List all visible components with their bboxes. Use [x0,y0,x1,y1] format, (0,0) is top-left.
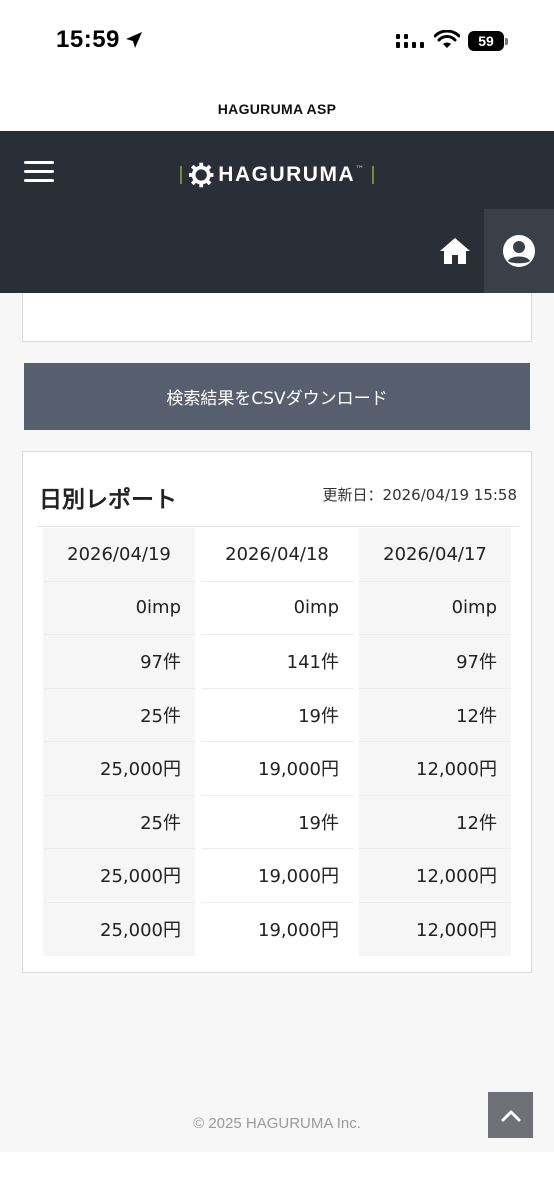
wifi-icon [434,30,460,48]
daily-report-card: 日別レポート 更新日：2026/04/19 15:58 2026/04/19 2… [22,451,532,973]
table-cell: 0imp [43,581,195,635]
cellular-signal-icon [396,34,424,48]
site-title-bar: HAGURUMA ASP [0,86,554,131]
logo[interactable]: HAGURUMA ™ [180,157,375,193]
table-cell: 19,000円 [201,742,353,796]
table-header-row: 2026/04/19 2026/04/18 2026/04/17 [43,528,511,582]
site-title: HAGURUMA ASP [217,100,337,117]
table-cell: 25件 [43,795,195,849]
table-cell: 12件 [359,688,511,742]
chevron-up-icon [501,1110,520,1122]
table-cell: 25,000円 [43,742,195,796]
csv-download-button[interactable]: 検索結果をCSVダウンロード [24,363,530,430]
bottom-safe-area [0,1152,554,1200]
table-row: 97件 141件 97件 [43,635,511,689]
account-circle-icon [503,235,535,267]
header-divider [37,526,519,527]
table-cell: 97件 [43,635,195,689]
column-header: 2026/04/18 [201,528,353,582]
table-cell: 12,000円 [359,742,511,796]
table-cell: 25,000円 [43,902,195,956]
table-cell: 0imp [359,581,511,635]
table-cell: 0imp [201,581,353,635]
scroll-to-top-button[interactable] [488,1092,533,1138]
hamburger-icon[interactable] [24,161,54,183]
table-cell: 97件 [359,635,511,689]
table-cell: 19件 [201,795,353,849]
search-card [22,293,532,342]
table-row: 25件 19件 12件 [43,688,511,742]
app-header: HAGURUMA ™ [0,131,554,293]
table-row: 0imp 0imp 0imp [43,581,511,635]
table-row: 25件 19件 12件 [43,795,511,849]
table-cell: 141件 [201,635,353,689]
battery-indicator: 59 [468,31,508,51]
table-cell: 19,000円 [201,902,353,956]
column-header: 2026/04/17 [359,528,511,582]
logo-trademark: ™ [355,165,365,175]
table-cell: 19,000円 [201,849,353,903]
table-cell: 19件 [201,688,353,742]
table-row: 25,000円 19,000円 12,000円 [43,849,511,903]
table-row: 25,000円 19,000円 12,000円 [43,902,511,956]
table-cell: 12,000円 [359,902,511,956]
logo-text: HAGURUMA [218,163,356,186]
column-header: 2026/04/19 [43,528,195,582]
account-button[interactable] [484,209,554,293]
table-row: 25,000円 19,000円 12,000円 [43,742,511,796]
location-arrow-icon [126,32,142,48]
gear-icon [188,162,214,188]
table-cell: 25件 [43,688,195,742]
table-cell: 25,000円 [43,849,195,903]
logo-edge-left [180,166,182,184]
report-title: 日別レポート [39,487,177,513]
status-bar: 15:59 59 [0,0,554,86]
battery-level: 59 [478,33,494,49]
home-icon[interactable] [438,235,472,267]
status-time: 15:59 [56,26,120,53]
updated-at: 更新日：2026/04/19 15:58 [322,486,517,504]
table-cell: 12件 [359,795,511,849]
table-cell: 12,000円 [359,849,511,903]
logo-edge-right [372,166,375,184]
daily-report-table: 2026/04/19 2026/04/18 2026/04/17 0imp 0i… [43,528,511,956]
footer-copyright: © 2025 HAGURUMA Inc. [193,1115,361,1132]
